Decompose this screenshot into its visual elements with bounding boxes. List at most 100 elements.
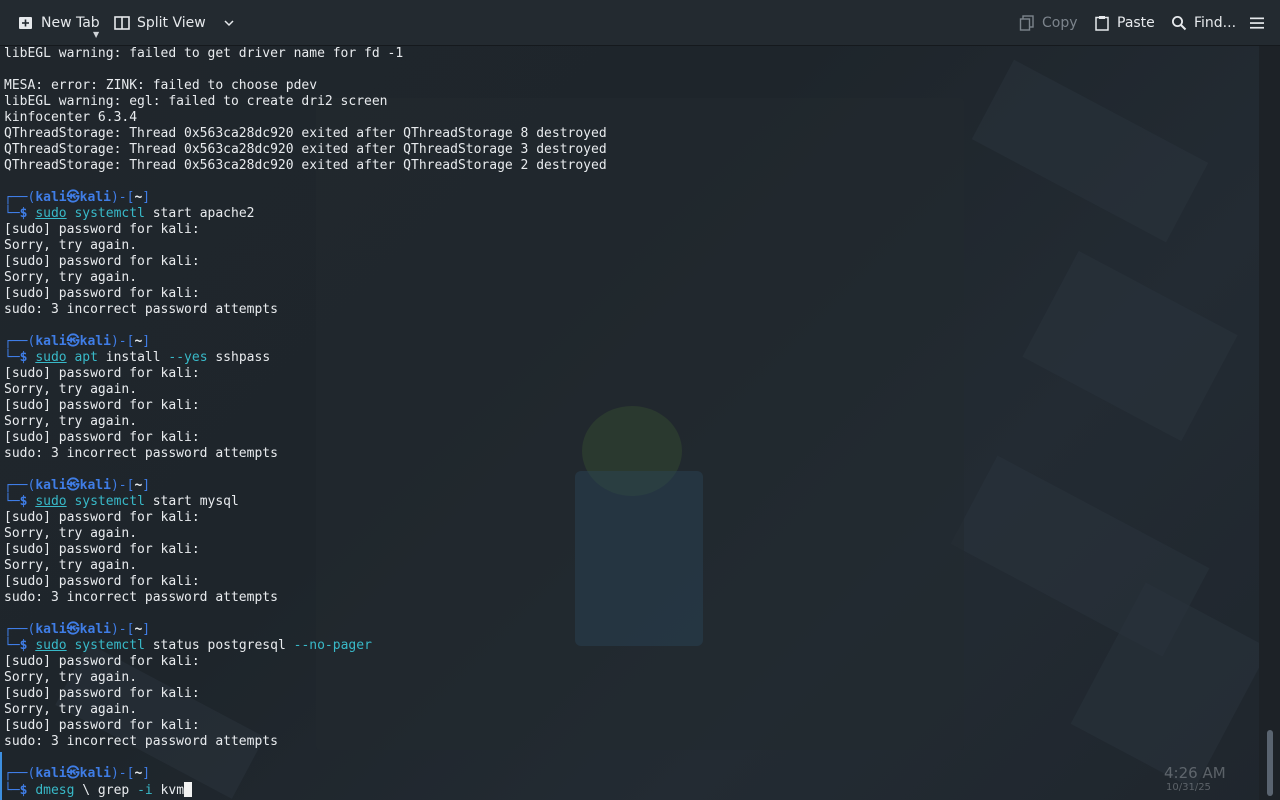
prompt-user: kali [35,334,67,349]
output-line: sudo: 3 incorrect password attempts [4,734,1254,750]
output-text: libEGL warning: egl: failed to create dr… [4,94,388,109]
output-text: [sudo] password for kali: [4,222,200,237]
output-text: [sudo] password for kali: [4,430,200,445]
output-line: [sudo] password for kali: [4,510,1254,526]
prompt-user: kali [35,190,67,205]
command-token: --yes [168,350,208,365]
output-line: [sudo] password for kali: [4,366,1254,382]
prompt-frame: └─ [4,350,20,365]
prompt-frame: └─ [4,206,20,221]
command-line: └─$ sudo systemctl start mysql [4,494,1254,510]
output-line: [sudo] password for kali: [4,574,1254,590]
command-sudo: sudo [35,350,67,365]
prompt-frame: ┌──( [4,766,36,781]
output-line: [sudo] password for kali: [4,398,1254,414]
output-line: Sorry, try again. [4,558,1254,574]
prompt-frame: )-[ [110,766,135,781]
output-text: sudo: 3 incorrect password attempts [4,446,278,461]
output-text: Sorry, try again. [4,558,138,573]
prompt-frame: ┌──( [4,622,36,637]
prompt-frame: )-[ [110,622,135,637]
command-sudo: sudo [35,206,67,221]
output-text: libEGL warning: failed to get driver nam… [4,46,404,61]
terminal-line: kinfocenter 6.3.4 [4,110,1254,126]
output-text: [sudo] password for kali: [4,654,200,669]
output-line: Sorry, try again. [4,238,1254,254]
output-text: sudo: 3 incorrect password attempts [4,590,278,605]
output-text: [sudo] password for kali: [4,574,200,589]
output-line: [sudo] password for kali: [4,718,1254,734]
prompt-host: kali [79,334,111,349]
command-sudo: sudo [35,638,67,653]
new-tab-menu-arrow-icon[interactable]: ▼ [93,30,99,39]
hamburger-menu-button[interactable] [1249,0,1265,45]
output-text: Sorry, try again. [4,270,138,285]
terminal-line: MESA: error: ZINK: failed to choose pdev [4,78,1254,94]
command-sudo: sudo [35,494,67,509]
chevron-down-icon[interactable] [223,17,235,29]
prompt-frame: )-[ [110,478,135,493]
terminal-line: QThreadStorage: Thread 0x563ca28dc920 ex… [4,126,1254,142]
new-tab-button[interactable]: New Tab [18,0,100,45]
output-line: [sudo] password for kali: [4,654,1254,670]
output-line: [sudo] password for kali: [4,686,1254,702]
paste-button[interactable]: Paste [1094,0,1155,45]
prompt-frame: ] [142,334,151,349]
prompt-at-icon: ㉿ [66,190,80,205]
output-text: Sorry, try again. [4,670,138,685]
output-text: [sudo] password for kali: [4,686,200,701]
prompt-frame: └─ [4,783,20,798]
output-line: Sorry, try again. [4,702,1254,718]
output-text: Sorry, try again. [4,702,138,717]
split-view-icon [114,15,130,30]
output-line: [sudo] password for kali: [4,542,1254,558]
command-token: install [97,350,169,365]
hamburger-menu-icon [1250,17,1264,29]
terminal-scrollbar-track[interactable] [1259,46,1280,800]
output-line: sudo: 3 incorrect password attempts [4,590,1254,606]
output-text: [sudo] password for kali: [4,366,200,381]
prompt-host: kali [79,622,111,637]
command-token: status postgresql [144,638,294,653]
output-line: Sorry, try again. [4,526,1254,542]
prompt-header: ┌──(kali㉿kali)-[~] [4,190,1254,206]
output-text: [sudo] password for kali: [4,542,200,557]
output-text: Sorry, try again. [4,382,138,397]
output-text: Sorry, try again. [4,238,138,253]
output-line: sudo: 3 incorrect password attempts [4,446,1254,462]
output-line: [sudo] password for kali: [4,286,1254,302]
prompt-at-icon: ㉿ [66,334,80,349]
command-token: start mysql [144,494,239,509]
input-token: -i [137,783,153,798]
command-token: --no-pager [293,638,372,653]
output-text: kinfocenter 6.3.4 [4,110,138,125]
split-view-button[interactable]: Split View [114,0,235,45]
terminal-line: QThreadStorage: Thread 0x563ca28dc920 ex… [4,158,1254,174]
prompt-frame: ] [142,622,151,637]
command-line: └─$ sudo systemctl start apache2 [4,206,1254,222]
output-line: Sorry, try again. [4,382,1254,398]
paste-icon [1095,15,1109,31]
output-line: [sudo] password for kali: [4,430,1254,446]
copy-button[interactable]: Copy [1019,0,1078,45]
terminal-output[interactable]: libEGL warning: failed to get driver nam… [4,46,1254,798]
command-line: └─$ sudo apt install --yes sshpass [4,350,1254,366]
output-line: Sorry, try again. [4,670,1254,686]
copy-label: Copy [1042,14,1078,31]
terminal-scrollbar-thumb[interactable] [1267,730,1273,796]
terminal-line: QThreadStorage: Thread 0x563ca28dc920 ex… [4,142,1254,158]
output-line: [sudo] password for kali: [4,254,1254,270]
command-token: start apache2 [144,206,255,221]
prompt-user: kali [35,622,67,637]
new-tab-icon [19,16,32,29]
find-label: Find... [1194,14,1237,31]
prompt-frame: ┌──( [4,478,36,493]
prompt-frame: ┌──( [4,334,36,349]
prompt-frame: ┌──( [4,190,36,205]
prompt-header: ┌──(kali㉿kali)-[~] [4,766,1254,782]
find-button[interactable]: Find... [1171,0,1236,45]
